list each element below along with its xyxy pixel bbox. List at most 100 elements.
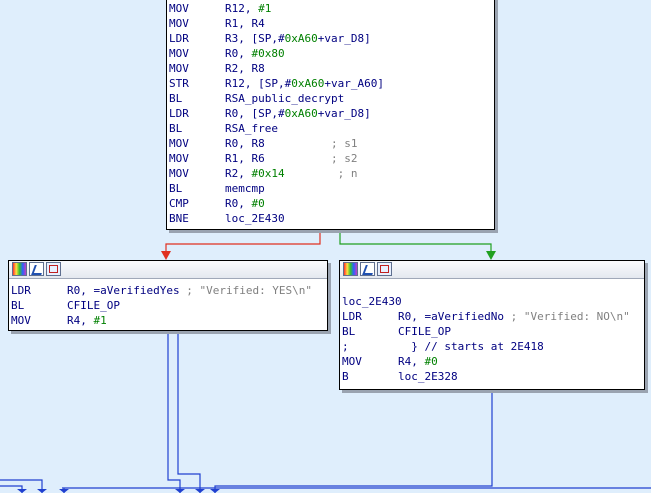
instruction-line[interactable]: MOV R1, R4 [169,16,492,31]
operand: R0, R8 [225,137,331,150]
edge-true [339,230,492,252]
instruction-line[interactable]: BNE loc_2E430 [169,211,492,226]
instruction-list: LDR R0, =aVerifiedYes ; "Verified: YES\n"… [9,279,327,328]
mnemonic: BL [169,122,183,135]
operand: CFILE_OP [67,299,120,312]
mnemonic: STR [169,77,189,90]
mnemonic: LDR [169,107,189,120]
operand: #0 [251,197,265,210]
instruction-line[interactable]: BL memcmp [169,181,492,196]
graph-view-icon[interactable] [377,262,392,276]
edge-left-out-2 [177,331,201,493]
instruction-line[interactable]: BL RSA_public_decrypt [169,91,492,106]
mnemonic: MOV [169,137,189,150]
operand: #1 [93,314,107,327]
instruction-line[interactable]: LDR R0, =aVerifiedYes ; "Verified: YES\n" [11,283,325,298]
instruction-line[interactable]: MOV R4, #0 [342,354,642,369]
mnemonic: MOV [169,47,189,60]
operand: R2, [225,167,252,180]
operand [285,167,338,180]
mnemonic: BL [11,299,25,312]
comment: ; s2 [330,152,358,165]
rename-pen-icon[interactable] [29,262,44,276]
mnemonic: LDR [169,32,189,45]
mnemonic: B [342,370,349,383]
operand: R0, [SP,# [225,107,285,120]
operand: R0, =aVerifiedYes [67,284,187,297]
rename-pen-icon[interactable] [360,262,375,276]
mnemonic: CMP [169,197,189,210]
instruction-list: LDR R0, =aVerifiedNo ; "Verified: NO\n" BL… [342,309,642,384]
comment: ; n [337,167,358,180]
operand: CFILE_OP [398,325,451,338]
operand: R4, [67,314,94,327]
operand: #0 [424,355,438,368]
mnemonic: LDR [342,310,362,323]
instruction-line[interactable]: MOV R1, R6 ; s2 [169,151,492,166]
mnemonic: BL [342,325,356,338]
instruction-line[interactable]: LDR R0, [SP,#0xA60+var_D8] [169,106,492,121]
basic-block-verified-no[interactable]: loc_2E430 LDR R0, =aVerifiedNo ; "Verifie… [339,260,645,390]
instruction-line[interactable]: STR R12, [SP,#0xA60+var_A60] [169,76,492,91]
mnemonic: LDR [11,284,31,297]
operand: R0, [225,47,252,60]
comment: ; s1 [330,137,358,150]
comment: ; "Verified: YES\n" [186,284,313,297]
operand: +var_A60] [324,77,384,90]
operand: #0x80 [251,47,285,60]
instruction-line[interactable]: MOV R0, #0x80 [169,46,492,61]
mnemonic: MOV [169,17,189,30]
operand: #0x14 [251,167,285,180]
operand: R2, R8 [225,62,265,75]
instruction-line[interactable]: MOV R12, #1 [169,1,492,16]
instruction-line[interactable]: MOV R2, #0x14 ; n [169,166,492,181]
edge-false [165,230,321,252]
edge-left-incoming [0,479,43,493]
color-palette-icon[interactable] [12,262,27,276]
comment: ; "Verified: NO\n" [510,310,630,323]
instruction-line[interactable]: BL CFILE_OP [342,324,642,339]
block-header [9,261,327,279]
mnemonic: BNE [169,212,189,225]
instruction-line[interactable]: LDR R0, =aVerifiedNo ; "Verified: NO\n" [342,309,642,324]
instruction-line[interactable]: ; } // starts at 2E418 [342,339,642,354]
operand: 0xA60 [284,32,318,45]
block-header [340,261,644,279]
instruction-line[interactable]: MOV R2, R8 [169,61,492,76]
color-palette-icon[interactable] [343,262,358,276]
basic-block-top[interactable]: MOV R12, #1 MOV R1, R4 LDR R3, [SP,#0xA60+var… [166,0,495,230]
mnemonic: ; [342,340,349,353]
operand: RSA_free [225,122,278,135]
operand: R12, [225,2,259,15]
operand: loc_2E430 [225,212,285,225]
instruction-line[interactable]: CMP R0, #0 [169,196,492,211]
instruction-line[interactable]: BL RSA_free [169,121,492,136]
operand: R3, [SP,# [225,32,285,45]
edge-true-arrow [486,251,496,260]
edge-left-incoming-2 [0,485,23,493]
instruction-line[interactable]: MOV R0, R8 ; s1 [169,136,492,151]
instruction-line[interactable]: MOV R4, #1 [11,313,325,328]
block-label[interactable]: loc_2E430 [342,294,642,309]
operand: R1, R4 [225,17,265,30]
mnemonic: MOV [342,355,362,368]
operand: 0xA60 [291,77,325,90]
instruction-line[interactable]: Bloc_2E328 [342,369,642,384]
mnemonic: MOV [169,2,189,15]
edge-false-arrow [161,251,171,260]
mnemonic: BL [169,92,183,105]
operand: R4, [398,355,425,368]
instruction-list: MOV R12, #1 MOV R1, R4 LDR R3, [SP,#0xA60+var… [167,1,494,226]
graph-view-icon[interactable] [46,262,61,276]
operand: +var_D8] [317,32,371,45]
operand: R1, R6 [225,152,331,165]
operand: R12, [SP,# [225,77,292,90]
instruction-line[interactable]: LDR R3, [SP,#0xA60+var_D8] [169,31,492,46]
edge-left-out [167,331,181,493]
operand: +var_D8] [317,107,371,120]
operand: #1 [258,2,272,15]
basic-block-verified-yes[interactable]: LDR R0, =aVerifiedYes ; "Verified: YES\n"… [8,260,328,331]
operand: memcmp [225,182,265,195]
mnemonic: MOV [169,152,189,165]
instruction-line[interactable]: BL CFILE_OP [11,298,325,313]
